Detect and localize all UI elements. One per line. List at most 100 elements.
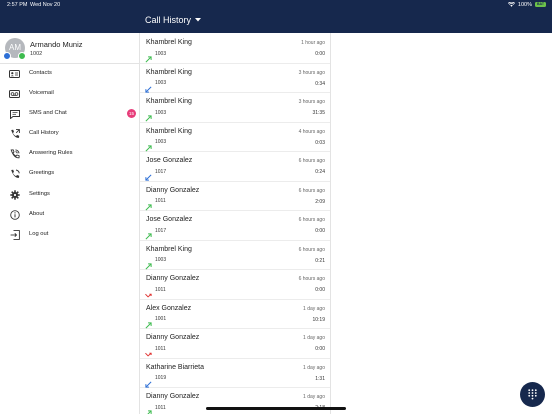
call-row[interactable]: Alex Gonzalez 1001 1 day ago 10:19 xyxy=(140,300,330,329)
call-duration: 0:34 xyxy=(315,80,325,87)
contacts-card-icon xyxy=(9,69,20,79)
call-duration: 0:00 xyxy=(315,287,325,293)
chat-bubble-icon xyxy=(9,109,20,119)
call-duration: 0:03 xyxy=(315,139,325,146)
wifi-icon xyxy=(507,2,515,7)
caller-extension: 1011 xyxy=(155,404,166,411)
call-duration: 0:00 xyxy=(315,228,325,234)
sidebar-item-answering-rules[interactable]: Answering Rules xyxy=(0,145,139,163)
home-indicator xyxy=(206,407,346,410)
caller-name: Khambrel King xyxy=(146,39,192,46)
outgoing-call-icon xyxy=(145,198,152,210)
call-row[interactable]: Khambrel King 1003 3 hours ago 0:34 xyxy=(140,64,330,93)
sidebar-item-greetings[interactable]: Greetings xyxy=(0,165,139,183)
caller-extension: 1011 xyxy=(155,345,166,352)
profile-extension: 1002 xyxy=(30,51,43,57)
sidebar: AM Armando Muniz 1002 Contacts Voicemail… xyxy=(0,33,140,414)
call-history-list[interactable]: Khambrel King 1003 1 hour ago 0:00 Khambrel … xyxy=(140,33,331,414)
status-date: Wed Nov 20 xyxy=(30,2,61,8)
call-row[interactable]: Jose Gonzalez 1017 6 hours ago 0:24 xyxy=(140,152,330,182)
sidebar-item-label: Voicemail xyxy=(29,90,54,96)
outgoing-call-icon xyxy=(145,109,152,122)
sidebar-header-bar xyxy=(0,11,140,33)
call-history-icon xyxy=(9,129,20,139)
call-row[interactable]: Khambrel King 1003 6 hours ago 0:21 xyxy=(140,241,330,270)
app-root: 2:57 PM Wed Nov 20 100% BAT Call History… xyxy=(0,0,552,414)
call-duration: 31:35 xyxy=(312,110,325,116)
sidebar-item-contacts[interactable]: Contacts xyxy=(0,65,139,83)
call-timestamp: 3 hours ago xyxy=(298,99,325,105)
caller-name: Dianny Gonzalez xyxy=(146,186,200,194)
incoming-call-icon xyxy=(145,375,152,388)
sidebar-item-label: Settings xyxy=(29,191,50,197)
call-duration: 2:09 xyxy=(315,198,325,205)
sidebar-item-voicemail[interactable]: Voicemail xyxy=(0,85,139,103)
call-row[interactable]: Dianny Gonzalez 1011 6 hours ago 0:00 xyxy=(140,270,330,300)
top-bar: Call History xyxy=(140,11,552,33)
caller-name: Khambrel King xyxy=(146,68,192,76)
call-row[interactable]: Dianny Gonzalez 1011 1 day ago 0:00 xyxy=(140,329,330,359)
call-row[interactable]: Khambrel King 1003 3 hours ago 31:35 xyxy=(140,93,330,123)
gear-icon xyxy=(9,190,20,200)
call-row[interactable]: Katharine Biarrieta 1019 1 day ago 1:31 xyxy=(140,359,330,388)
call-timestamp: 6 hours ago xyxy=(298,158,325,164)
profile-name: Armando Muniz xyxy=(30,40,83,49)
caller-extension: 1011 xyxy=(155,198,166,204)
logout-icon xyxy=(9,230,20,240)
missed-call-icon xyxy=(145,286,152,298)
page-title: Call History xyxy=(145,15,192,25)
caller-extension: 1003 xyxy=(155,139,167,145)
call-row[interactable]: Khambrel King 1003 1 hour ago 0:00 xyxy=(140,34,330,64)
caller-name: Dianny Gonzalez xyxy=(146,275,200,282)
answering-rules-icon xyxy=(9,149,20,159)
call-row[interactable]: Dianny Gonzalez 1011 6 hours ago 2:09 xyxy=(140,182,330,211)
caller-extension: 1003 xyxy=(155,50,167,57)
sidebar-item-label: About xyxy=(29,211,45,217)
call-timestamp: 1 day ago xyxy=(303,364,325,371)
outgoing-call-icon xyxy=(145,227,152,240)
sidebar-item-settings[interactable]: Settings xyxy=(0,186,139,204)
profile-card[interactable]: AM Armando Muniz 1002 xyxy=(0,33,139,64)
call-duration: 0:24 xyxy=(315,169,325,175)
battery-percent: 100% xyxy=(517,1,532,8)
caller-extension: 1017 xyxy=(155,168,167,175)
sidebar-item-label: Greetings xyxy=(29,170,55,176)
voicemail-icon xyxy=(9,89,20,99)
call-timestamp: 6 hours ago xyxy=(298,187,325,194)
missed-call-icon xyxy=(145,345,152,357)
call-timestamp: 6 hours ago xyxy=(298,246,325,253)
caller-extension: 1019 xyxy=(155,375,167,381)
call-timestamp: 1 day ago xyxy=(303,394,325,400)
sidebar-item-about[interactable]: About xyxy=(0,206,139,224)
chat-status-icon xyxy=(3,52,11,60)
call-row[interactable]: Dianny Gonzalez10111 day ago2:18 xyxy=(140,388,330,414)
sidebar-item-logout[interactable]: Log out xyxy=(0,226,139,244)
caller-extension: 1001 xyxy=(155,316,167,322)
greetings-icon xyxy=(9,169,20,179)
caller-extension: 1003 xyxy=(155,109,167,116)
title-dropdown[interactable]: Call History xyxy=(145,15,202,25)
caller-extension: 1011 xyxy=(155,286,166,293)
sidebar-item-label: Call History xyxy=(29,130,59,136)
caller-name: Alex Gonzalez xyxy=(146,304,192,312)
unread-badge: 15 xyxy=(127,109,136,118)
sidebar-item-call-history[interactable]: Call History xyxy=(0,125,139,143)
call-timestamp: 1 hour ago xyxy=(301,40,325,46)
sidebar-item-sms[interactable]: SMS and Chat 15 xyxy=(0,105,139,123)
call-row[interactable]: Jose Gonzalez 1017 6 hours ago 0:00 xyxy=(140,211,330,241)
caller-extension: 1003 xyxy=(155,257,167,263)
call-row[interactable]: Khambrel King 1003 4 hours ago 0:03 xyxy=(140,123,330,152)
call-timestamp: 3 hours ago xyxy=(298,69,325,76)
battery-icon: BAT xyxy=(535,2,546,7)
call-timestamp: 4 hours ago xyxy=(298,128,325,135)
call-timestamp: 6 hours ago xyxy=(298,217,325,223)
outgoing-call-icon xyxy=(145,257,152,269)
caller-name: Khambrel King xyxy=(146,245,192,253)
caller-extension: 1017 xyxy=(155,227,167,234)
dialpad-button[interactable] xyxy=(520,382,545,407)
incoming-call-icon xyxy=(145,80,152,93)
phone-status-icon xyxy=(18,52,26,60)
call-duration: 0:21 xyxy=(315,257,325,264)
caller-name: Dianny Gonzalez xyxy=(146,334,200,341)
call-timestamp: 6 hours ago xyxy=(298,276,325,282)
